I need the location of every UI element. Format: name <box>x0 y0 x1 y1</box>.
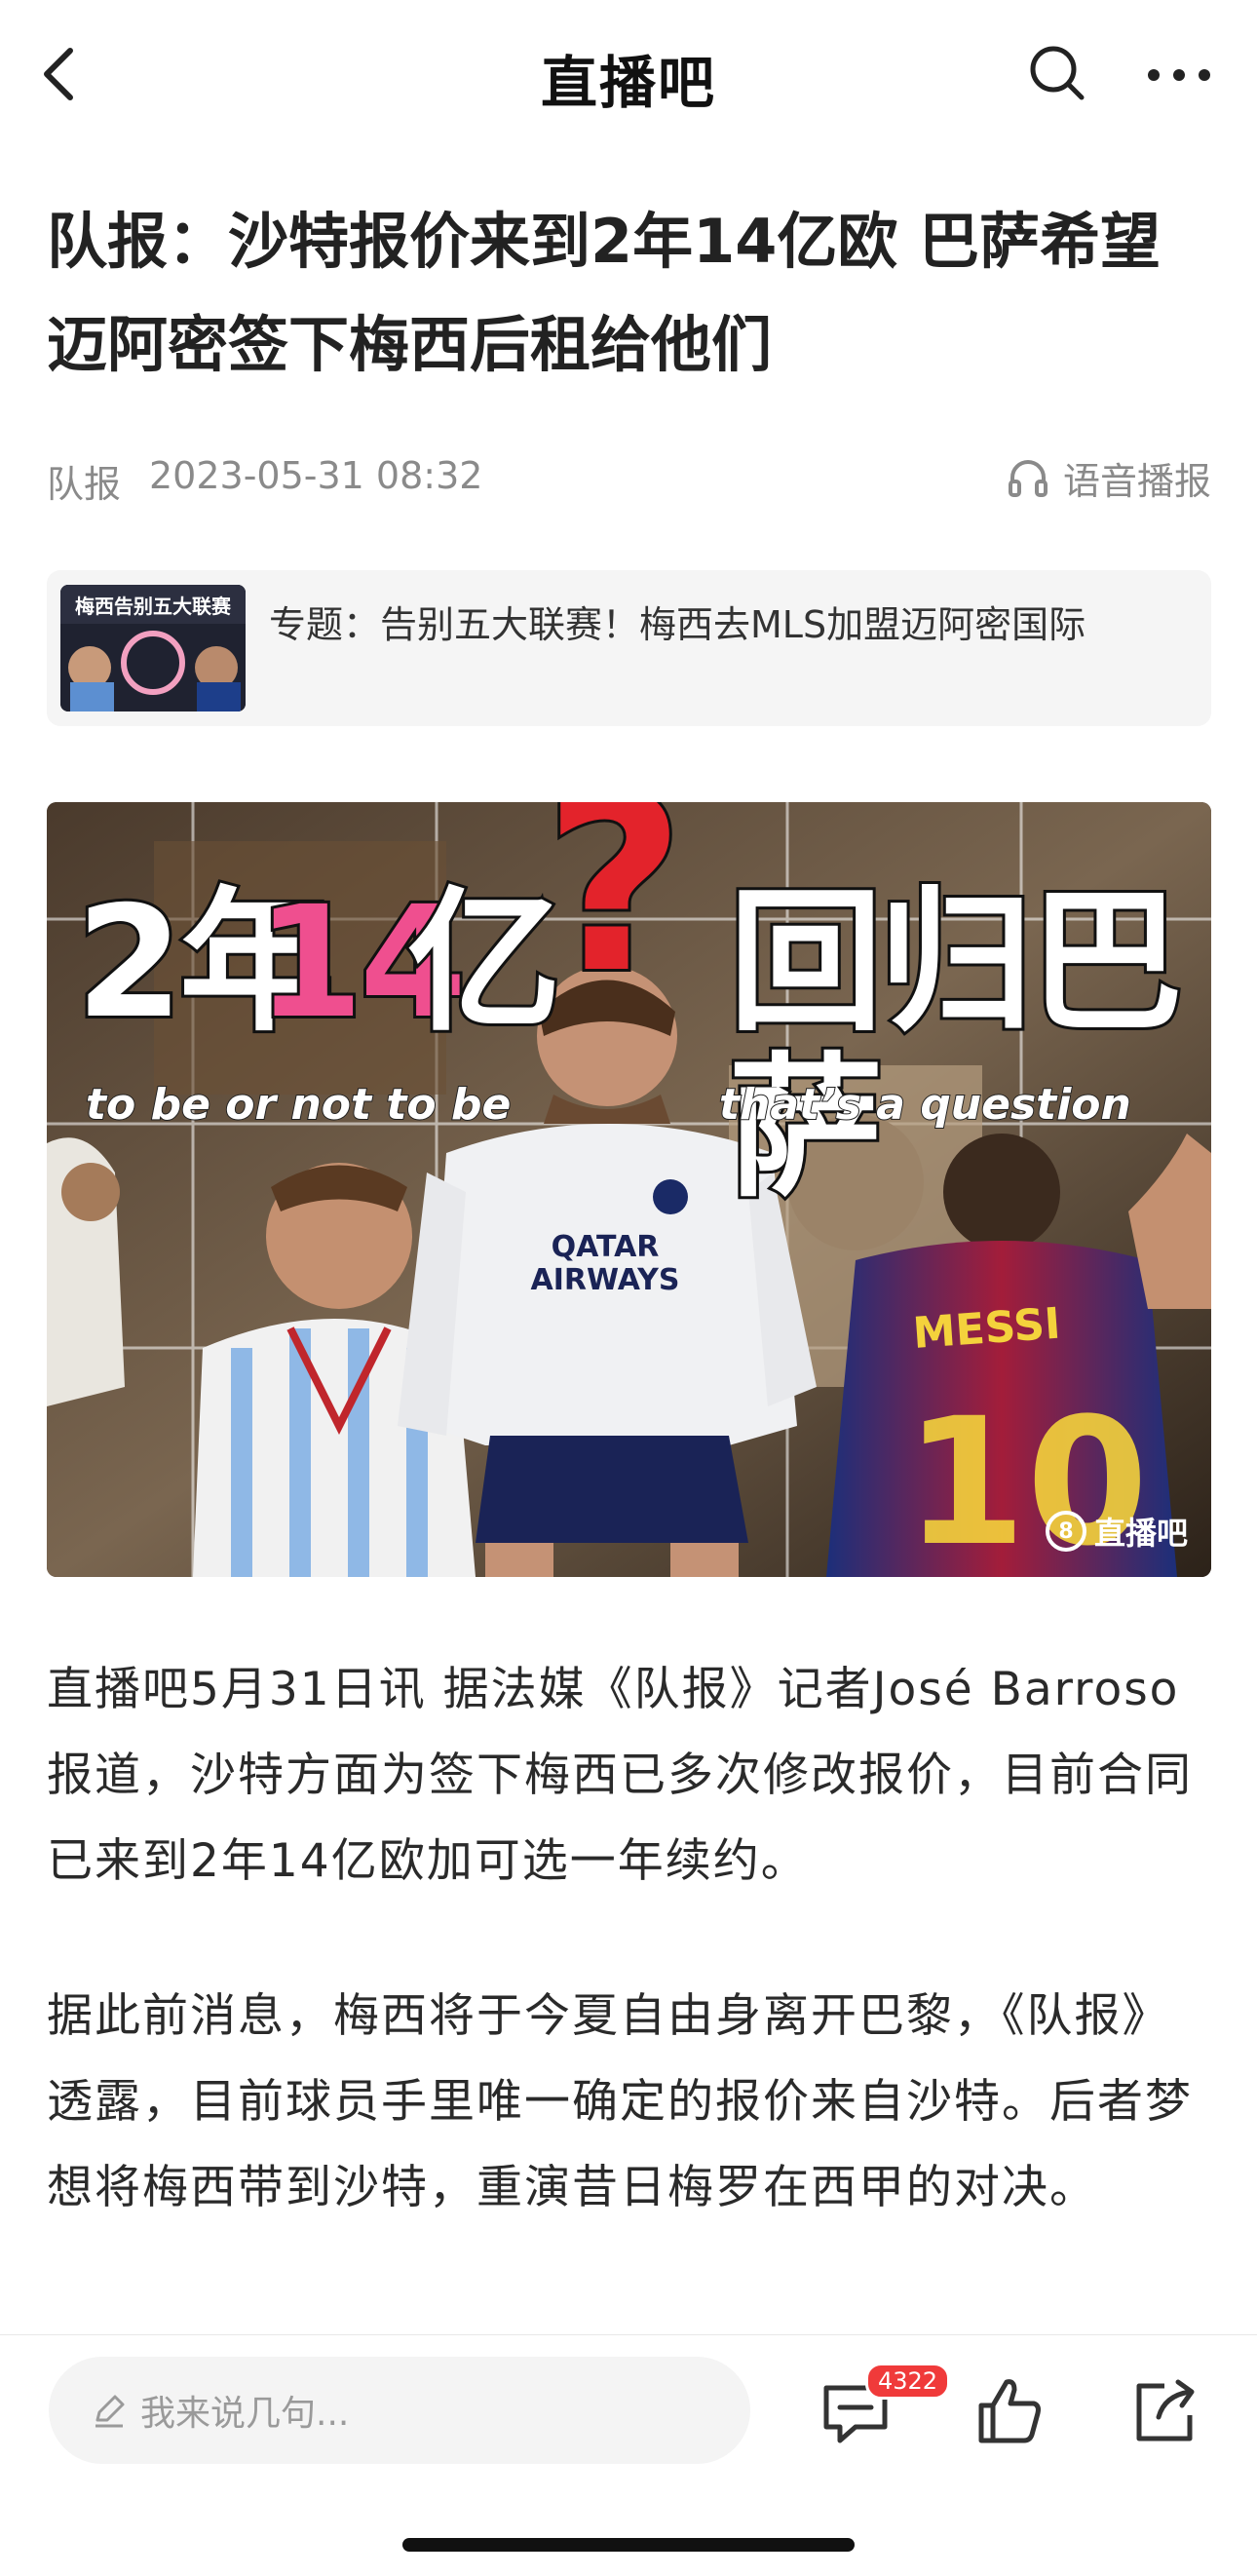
watermark-text: 直播吧 <box>1093 1515 1188 1552</box>
pencil-icon <box>95 2395 125 2428</box>
watermark-logo-icon: 8 <box>1045 1511 1086 1552</box>
article-page: 直播吧 队报：沙特报价来到2年14亿欧 巴萨希望迈阿密签下梅西后租给他们 队报 … <box>0 0 1257 2576</box>
article-datetime: 2023-05-31 08:32 <box>149 454 483 497</box>
topic-thumbnail: 梅西告别五大联赛 <box>60 585 246 711</box>
hero-subtitle-right: that’s a question <box>718 1079 1132 1131</box>
topic-thumb-text: 梅西告别五大联赛 <box>75 595 231 618</box>
comment-input[interactable]: 我来说几句... <box>49 2357 750 2464</box>
topic-card[interactable]: 梅西告别五大联赛 专题：告别五大联赛！梅西去MLS加盟迈阿密国际 <box>47 570 1211 726</box>
share-button[interactable] <box>1125 2372 1203 2450</box>
search-icon <box>1030 46 1085 100</box>
like-button[interactable] <box>970 2372 1048 2450</box>
thumbs-up-icon <box>978 2379 1041 2443</box>
comment-count-badge: 4322 <box>865 2363 951 2400</box>
hero-title-part4: ? <box>541 802 688 1026</box>
search-button[interactable] <box>1023 39 1091 107</box>
top-nav-bar: 直播吧 <box>0 0 1257 156</box>
headphones-icon <box>1008 460 1048 497</box>
comment-placeholder: 我来说几句... <box>140 2394 350 2434</box>
hero-subtitle-left: to be or not to be <box>85 1079 512 1131</box>
svg-text:MESSI: MESSI <box>911 1299 1062 1359</box>
article-paragraph: 直播吧5月31日讯 据法媒《队报》记者José Barroso报道，沙特方面为签… <box>47 1663 1193 1888</box>
topic-title: 专题：告别五大联赛！梅西去MLS加盟迈阿密国际 <box>269 603 1086 646</box>
jersey-sponsor-text: QATAR AIRWAYS <box>530 1230 680 1297</box>
article-source: 队报 <box>47 463 122 506</box>
listen-audio-button[interactable]: 语音播报 <box>1007 448 1211 507</box>
hero-watermark: 8 直播吧 <box>1045 1509 1188 1554</box>
home-indicator <box>402 2538 855 2552</box>
hero-title-part5: 回归巴萨 <box>726 873 1186 1218</box>
hero-overlay-title: 2年 14 亿 ? 回归巴萨 <box>47 802 1211 1214</box>
comments-button[interactable]: 4322 <box>817 2363 951 2460</box>
article-paragraph: 据此前消息，梅西将于今夏自由身离开巴黎，《队报》透露，目前球员手里唯一确定的报价… <box>47 1989 1193 2214</box>
share-icon <box>1136 2379 1195 2441</box>
listen-label: 语音播报 <box>1062 459 1211 503</box>
article-title: 队报：沙特报价来到2年14亿欧 巴萨希望迈阿密签下梅西后租给他们 <box>47 206 1162 380</box>
more-dots-icon <box>1148 69 1210 81</box>
hero-image: MESSI 10 2年 14 亿 ? 回归巴萨 to be or not to … <box>47 802 1211 1577</box>
more-button[interactable] <box>1140 39 1218 107</box>
hero-title-part3: 亿 <box>404 873 564 1053</box>
article-meta: 队报 2023-05-31 08:32 语音播报 <box>47 448 1211 507</box>
